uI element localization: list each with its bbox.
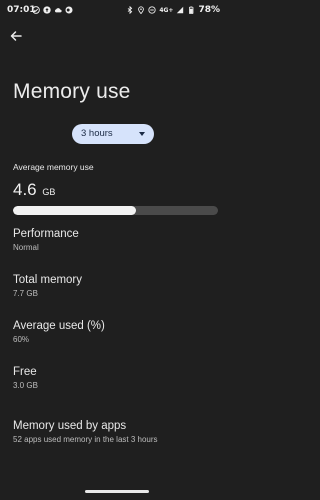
do-not-disturb-icon — [148, 6, 156, 14]
average-used-title: Average used (%) — [13, 320, 105, 332]
average-memory-number: 4.6 — [13, 180, 37, 199]
performance-value: Normal — [13, 243, 39, 252]
circle-dot-icon — [65, 6, 73, 14]
memory-usage-bar — [13, 206, 218, 215]
total-memory-row[interactable]: Total memory 7.7 GB — [13, 274, 82, 298]
period-dropdown[interactable]: 3 hours — [72, 124, 154, 144]
average-memory-value: 4.6 GB — [13, 180, 55, 200]
apps-memory-title: Memory used by apps — [13, 420, 127, 432]
period-selected-label: 3 hours — [81, 128, 113, 139]
battery-percent: 78% — [198, 5, 220, 15]
performance-row[interactable]: Performance Normal — [13, 228, 79, 252]
cloud-upload-icon — [43, 6, 51, 14]
average-used-row[interactable]: Average used (%) 60% — [13, 320, 105, 344]
apps-memory-row[interactable]: Memory used by apps 52 apps used memory … — [13, 420, 158, 444]
average-memory-unit: GB — [42, 187, 56, 197]
gesture-nav-handle[interactable] — [85, 490, 149, 493]
back-button[interactable] — [8, 28, 24, 44]
average-used-value: 60% — [13, 335, 30, 344]
battery-icon — [187, 6, 195, 14]
page-title: Memory use — [13, 80, 131, 103]
cloud-icon — [54, 6, 62, 14]
chevron-down-icon — [139, 132, 145, 136]
signal-icon — [176, 6, 184, 14]
memory-usage-fill — [13, 206, 136, 215]
check-circle-icon — [32, 6, 40, 14]
apps-memory-subtitle: 52 apps used memory in the last 3 hours — [13, 435, 158, 444]
status-left-icons — [32, 6, 73, 14]
performance-title: Performance — [13, 228, 79, 240]
network-type: 4G+ — [159, 6, 174, 14]
free-memory-value: 3.0 GB — [13, 381, 38, 390]
status-right-icons: 4G+ 78% — [126, 5, 220, 15]
back-arrow-icon — [8, 28, 24, 44]
total-memory-title: Total memory — [13, 274, 83, 286]
bluetooth-icon — [126, 6, 134, 14]
free-memory-title: Free — [13, 366, 37, 378]
status-bar: 07:01 4G+ 78% — [0, 0, 226, 22]
free-memory-row[interactable]: Free 3.0 GB — [13, 366, 38, 390]
total-memory-value: 7.7 GB — [13, 289, 38, 298]
location-icon — [137, 6, 145, 14]
average-memory-label: Average memory use — [13, 162, 94, 172]
